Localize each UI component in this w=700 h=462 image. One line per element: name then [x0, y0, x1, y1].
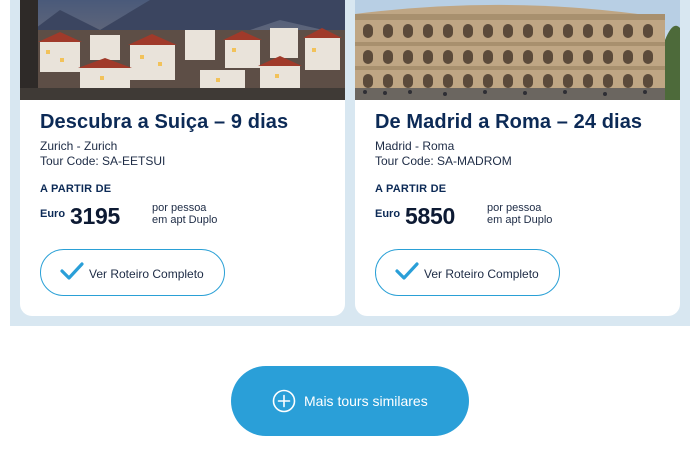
- tour-photo-zermatt: [20, 0, 345, 100]
- more-similar-tours-label: Mais tours similares: [304, 393, 428, 409]
- view-itinerary-button[interactable]: Ver Roteiro Completo: [375, 249, 560, 296]
- price-per-person: por pessoa: [487, 202, 542, 214]
- tour-code: Tour Code: SA-MADROM: [375, 154, 512, 168]
- tour-photo-colosseum: [355, 0, 680, 100]
- tour-title: De Madrid a Roma – 24 dias: [375, 111, 643, 133]
- view-itinerary-label: Ver Roteiro Completo: [424, 267, 539, 281]
- price-currency: Euro: [375, 208, 401, 220]
- tour-code: Tour Code: SA-EETSUI: [40, 154, 166, 168]
- price-currency: Euro: [40, 208, 66, 220]
- more-similar-tours-button[interactable]: Mais tours similares: [231, 366, 469, 436]
- from-price-label: A PARTIR DE: [40, 183, 112, 195]
- checkmark-icon: [395, 261, 419, 286]
- tour-title: Descubra a Suiça – 9 dias: [40, 111, 289, 133]
- price-amount: 5850: [405, 203, 455, 229]
- tour-route: Madrid - Roma: [375, 139, 455, 153]
- view-itinerary-label: Ver Roteiro Completo: [89, 267, 204, 281]
- price-amount: 3195: [70, 203, 120, 229]
- plus-circle-icon: [272, 389, 296, 418]
- from-price-label: A PARTIR DE: [375, 183, 447, 195]
- tour-card-switzerland: Descubra a Suiça – 9 dias Zurich - Zuric…: [20, 0, 345, 316]
- checkmark-icon: [60, 261, 84, 286]
- tour-route: Zurich - Zurich: [40, 139, 118, 153]
- price-room-type: em apt Duplo: [487, 214, 553, 226]
- view-itinerary-button[interactable]: Ver Roteiro Completo: [40, 249, 225, 296]
- price-per-person: por pessoa: [152, 202, 207, 214]
- tour-card-madrid-roma: De Madrid a Roma – 24 dias Madrid - Roma…: [355, 0, 680, 316]
- price-room-type: em apt Duplo: [152, 214, 218, 226]
